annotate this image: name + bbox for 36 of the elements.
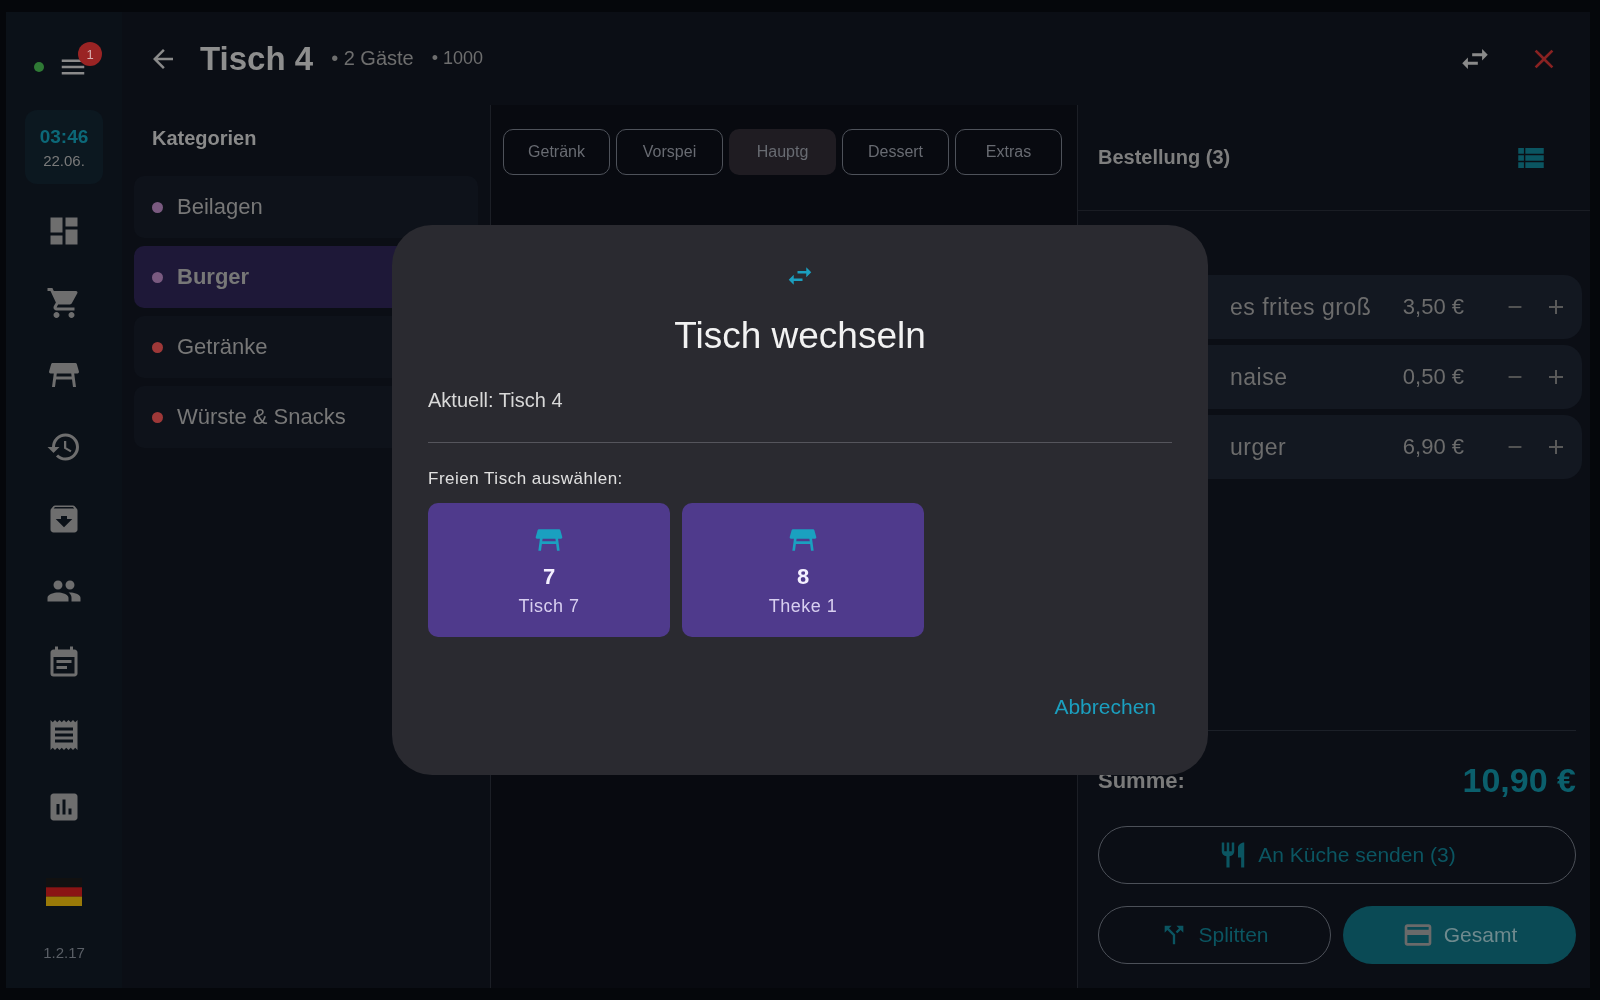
dialog-title: Tisch wechseln: [674, 315, 926, 357]
language-button[interactable]: [46, 878, 82, 906]
order-title: Bestellung (3): [1098, 146, 1231, 169]
table-number: 7: [542, 563, 556, 590]
course-tab[interactable]: Vorspei: [616, 129, 723, 175]
guest-count: • 2 Gäste: [331, 47, 414, 70]
table-title: Tisch 4: [200, 39, 314, 78]
clock-time: 03:46: [39, 125, 89, 148]
dialog-prompt: Freien Tisch auswählen:: [428, 469, 624, 489]
table-name: Tisch 7: [518, 595, 580, 617]
table-card[interactable]: 7 Tisch 7: [428, 503, 670, 637]
item-name: naise: [1230, 363, 1289, 391]
status-dot: [34, 62, 44, 72]
notification-badge: 1: [78, 42, 102, 66]
sum-total: 10,90 €: [1462, 761, 1576, 800]
category-item[interactable]: Beilagen: [134, 176, 478, 238]
germany-flag-icon: [46, 878, 82, 906]
item-price: 3,50 €: [1402, 294, 1464, 320]
panel-title: Kategorien: [152, 127, 258, 150]
version-label: 1.2.17: [43, 944, 85, 961]
course-tab[interactable]: Hauptg: [729, 129, 836, 175]
item-price: 6,90 €: [1402, 434, 1464, 460]
table-card[interactable]: 8 Theke 1: [682, 503, 924, 637]
course-tab[interactable]: Extras: [955, 129, 1062, 175]
item-name: es frites groß: [1230, 293, 1373, 321]
pay-button[interactable]: Gesamt: [1343, 906, 1576, 964]
item-name: urger: [1230, 433, 1288, 461]
table-number: 8: [796, 563, 810, 590]
course-tab[interactable]: Getränk: [503, 129, 610, 175]
table-name: Theke 1: [768, 595, 838, 617]
order-code: • 1000: [431, 48, 484, 69]
clock-date: 22.06.: [43, 151, 85, 169]
cancel-button[interactable]: Abbrechen: [1054, 695, 1156, 719]
item-price: 0,50 €: [1402, 364, 1464, 390]
sum-label: Summe:: [1098, 767, 1185, 794]
course-tab[interactable]: Dessert: [842, 129, 949, 175]
